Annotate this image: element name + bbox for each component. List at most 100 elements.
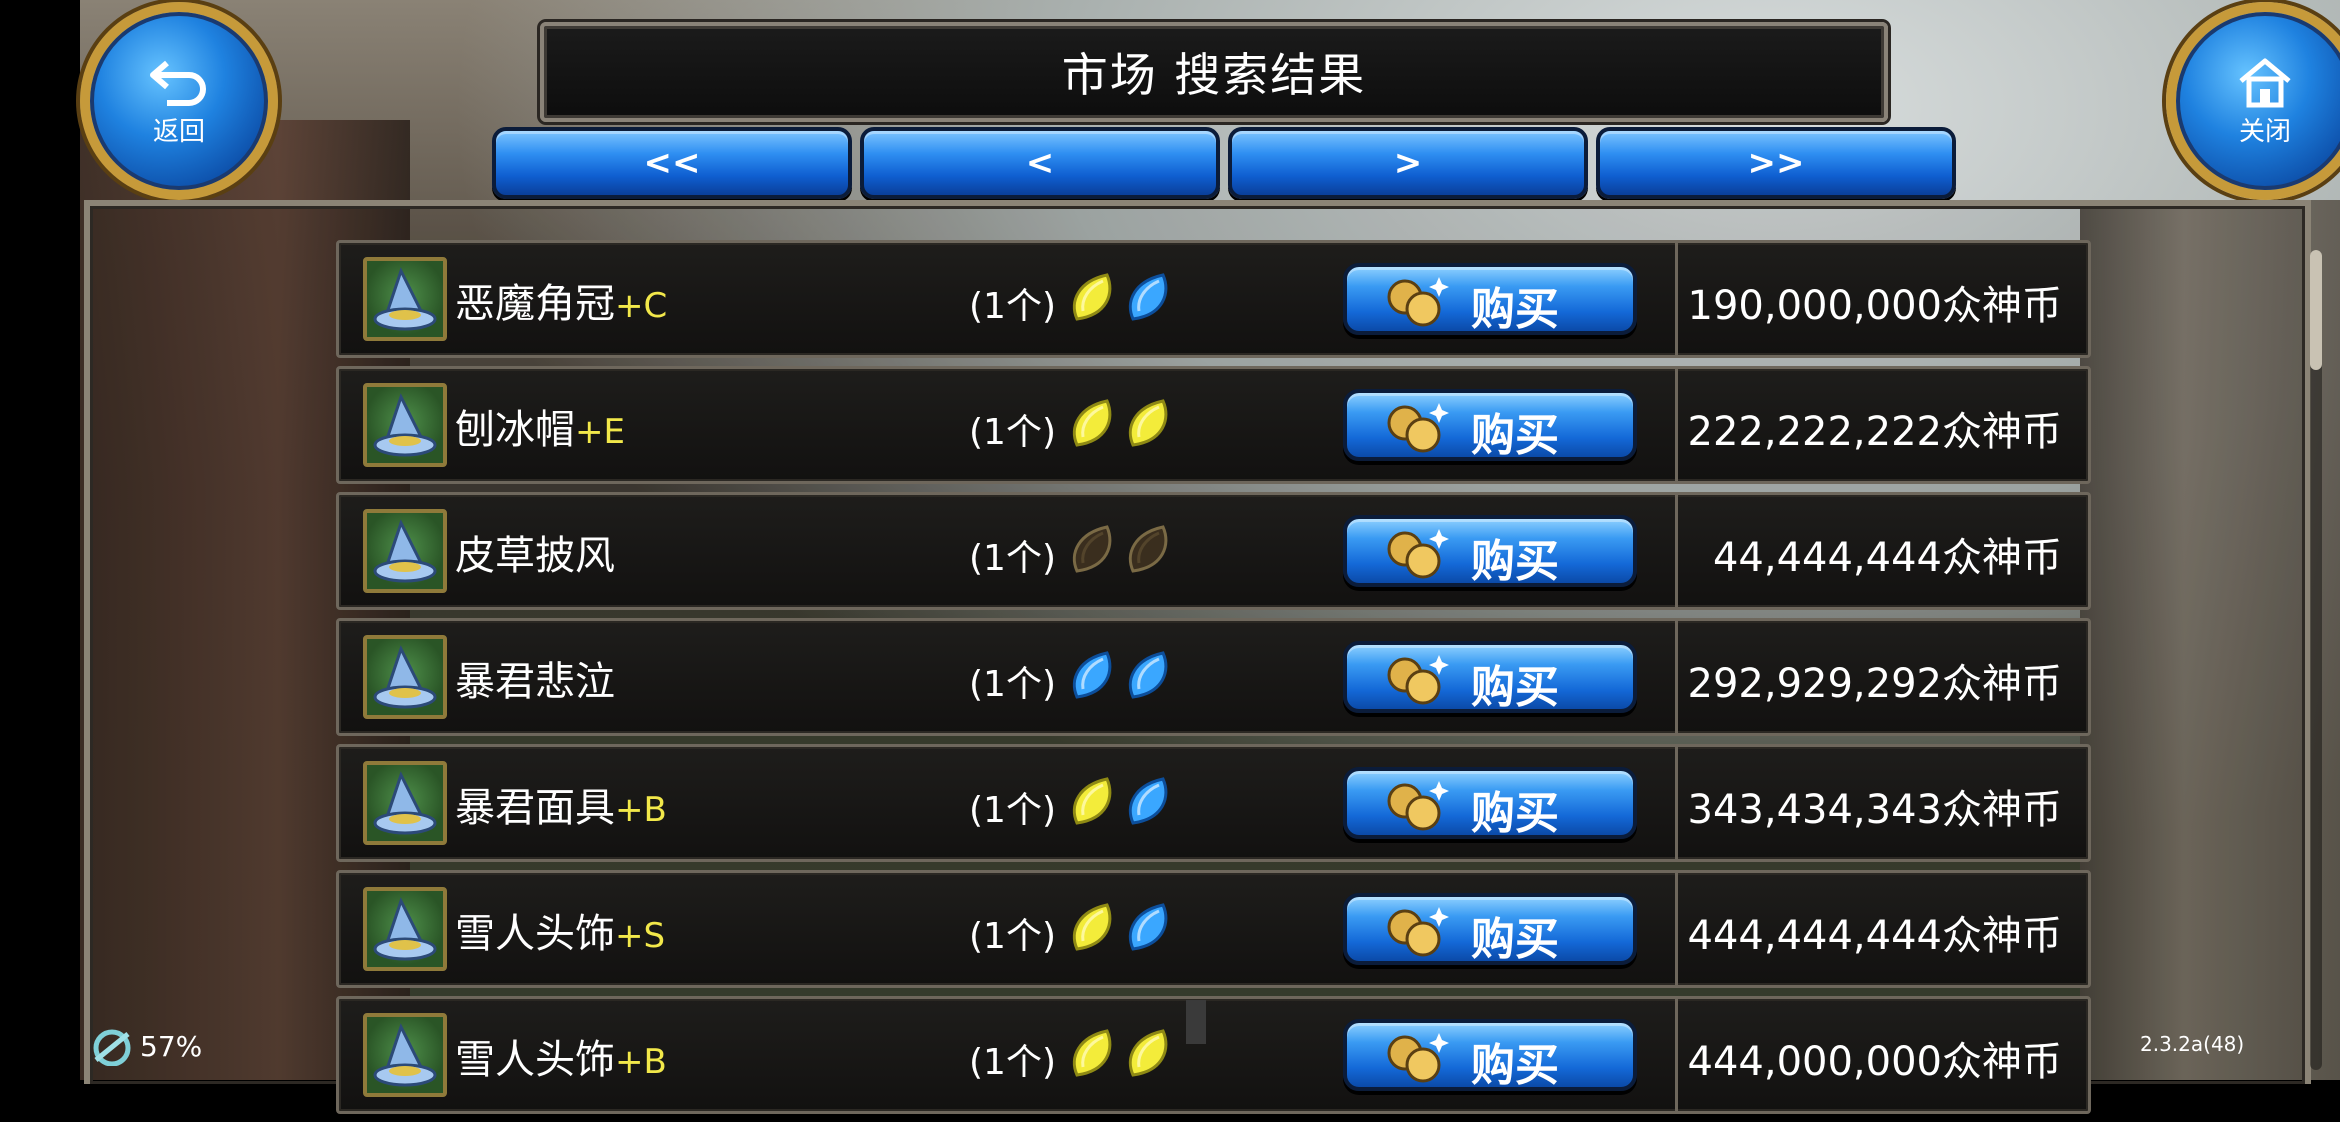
coins-icon	[1383, 903, 1455, 967]
item-name: 雪人头饰+B	[455, 1037, 667, 1083]
buy-button[interactable]: 购买	[1343, 263, 1637, 335]
buy-button[interactable]: 购买	[1343, 893, 1637, 965]
buy-button[interactable]: 购买	[1343, 1019, 1637, 1091]
wizard-hat-icon	[363, 383, 447, 467]
item-grade: +C	[615, 286, 668, 326]
gem-yellow-icon	[1067, 397, 1119, 453]
coins-icon	[1383, 651, 1455, 715]
buy-button-label: 购买	[1471, 1040, 1559, 1091]
coins-icon	[1383, 1029, 1455, 1093]
row-divider	[1675, 999, 1678, 1111]
listing-row[interactable]: 暴君悲泣 (1个) 购买 292,929,292众神币	[336, 618, 2091, 736]
buy-button[interactable]: 购买	[1343, 641, 1637, 713]
gem-blue-icon	[1067, 649, 1119, 705]
pagination-bar: << < > >>	[492, 127, 1956, 199]
battery-status: 57%	[90, 1026, 202, 1066]
battery-percent: 57%	[140, 1029, 203, 1063]
buy-button-label: 购买	[1471, 284, 1559, 335]
listing-row[interactable]: 皮草披风 (1个) 购买 44,444,444众神币	[336, 492, 2091, 610]
wizard-hat-icon	[363, 761, 447, 845]
item-quantity: (1个)	[969, 1042, 1056, 1083]
buy-button-label: 购买	[1471, 914, 1559, 965]
gem-yellow-icon	[1067, 1027, 1119, 1083]
scrollbar-thumb[interactable]	[2310, 250, 2322, 370]
back-arrow-icon	[150, 60, 206, 106]
coins-icon	[1383, 399, 1455, 463]
listing-row[interactable]: 刨冰帽+E (1个) 购买 222,222,222众神币	[336, 366, 2091, 484]
gem-blue-icon	[1123, 775, 1175, 831]
item-name: 皮草披风	[455, 533, 615, 579]
coins-icon	[1383, 525, 1455, 589]
item-price: 444,444,444众神币	[1687, 913, 2062, 959]
gem-empty-icon	[1067, 523, 1119, 579]
battery-icon	[93, 1029, 131, 1066]
listing-row[interactable]: 雪人头饰+B (1个) 购买 444,000,000众神币	[336, 996, 2091, 1114]
buy-button[interactable]: 购买	[1343, 767, 1637, 839]
gem-slot-placeholder	[1186, 1000, 1206, 1044]
buy-button-label: 购买	[1471, 410, 1559, 461]
item-grade: +B	[615, 790, 667, 830]
wizard-hat-icon	[363, 257, 447, 341]
wizard-hat-icon	[363, 509, 447, 593]
gem-slots	[1067, 775, 1175, 831]
buy-button-label: 购买	[1471, 536, 1559, 587]
row-divider	[1675, 747, 1678, 859]
row-divider	[1675, 495, 1678, 607]
listing-row[interactable]: 恶魔角冠+C (1个) 购买 190,000,000众神币	[336, 240, 2091, 358]
version-label: 2.3.2a(48)	[2140, 1032, 2245, 1056]
wizard-hat-icon	[363, 635, 447, 719]
prev-page-button[interactable]: <	[860, 127, 1220, 199]
home-icon	[2239, 58, 2291, 107]
item-price: 190,000,000众神币	[1687, 283, 2062, 329]
gem-blue-icon	[1123, 901, 1175, 957]
item-price: 444,000,000众神币	[1687, 1039, 2062, 1085]
listing-list: 恶魔角冠+C (1个) 购买 190,000,000众神币 刨冰帽+E (1个) 购买 222…	[336, 240, 2091, 1122]
buy-button-label: 购买	[1471, 788, 1559, 839]
gem-empty-icon	[1123, 523, 1175, 579]
listing-row[interactable]: 雪人头饰+S (1个) 购买 444,444,444众神币	[336, 870, 2091, 988]
next-page-button[interactable]: >	[1228, 127, 1588, 199]
gem-yellow-icon	[1123, 1027, 1175, 1083]
item-grade: +S	[615, 916, 666, 956]
gem-yellow-icon	[1067, 775, 1119, 831]
item-name: 暴君面具+B	[455, 785, 667, 831]
buy-button[interactable]: 购买	[1343, 515, 1637, 587]
item-name: 刨冰帽+E	[455, 407, 625, 453]
page-title: 市场 搜索结果	[1061, 48, 1367, 102]
close-button-label: 关闭	[2238, 116, 2291, 147]
gem-yellow-icon	[1123, 397, 1175, 453]
first-page-button[interactable]: <<	[492, 127, 852, 199]
item-price: 44,444,444众神币	[1712, 535, 2062, 581]
item-price: 343,434,343众神币	[1687, 787, 2062, 833]
item-quantity: (1个)	[969, 412, 1056, 453]
last-page-button[interactable]: >>	[1596, 127, 1956, 199]
item-name: 暴君悲泣	[455, 659, 615, 705]
gem-yellow-icon	[1067, 901, 1119, 957]
coins-icon	[1383, 777, 1455, 841]
buy-button[interactable]: 购买	[1343, 389, 1637, 461]
gem-blue-icon	[1123, 649, 1175, 705]
back-button[interactable]: 返回	[80, 2, 278, 200]
row-divider	[1675, 369, 1678, 481]
row-divider	[1675, 243, 1678, 355]
listing-row[interactable]: 暴君面具+B (1个) 购买 343,434,343众神币	[336, 744, 2091, 862]
scrollbar-track[interactable]	[2310, 250, 2322, 1070]
item-quantity: (1个)	[969, 790, 1056, 831]
item-price: 292,929,292众神币	[1687, 661, 2062, 707]
wizard-hat-icon	[363, 1013, 447, 1097]
item-quantity: (1个)	[969, 538, 1056, 579]
buy-button-label: 购买	[1471, 662, 1559, 713]
gem-slots	[1067, 523, 1175, 579]
row-divider	[1675, 621, 1678, 733]
gem-slots	[1067, 397, 1175, 453]
gem-slots	[1067, 649, 1175, 705]
wizard-hat-icon	[363, 887, 447, 971]
back-button-label: 返回	[152, 116, 205, 147]
gem-slots	[1067, 271, 1175, 327]
item-name: 雪人头饰+S	[455, 911, 666, 957]
item-price: 222,222,222众神币	[1687, 409, 2062, 455]
title-banner: 市场 搜索结果	[540, 22, 1888, 122]
item-quantity: (1个)	[969, 664, 1056, 705]
item-quantity: (1个)	[969, 286, 1056, 327]
gem-yellow-icon	[1067, 271, 1119, 327]
